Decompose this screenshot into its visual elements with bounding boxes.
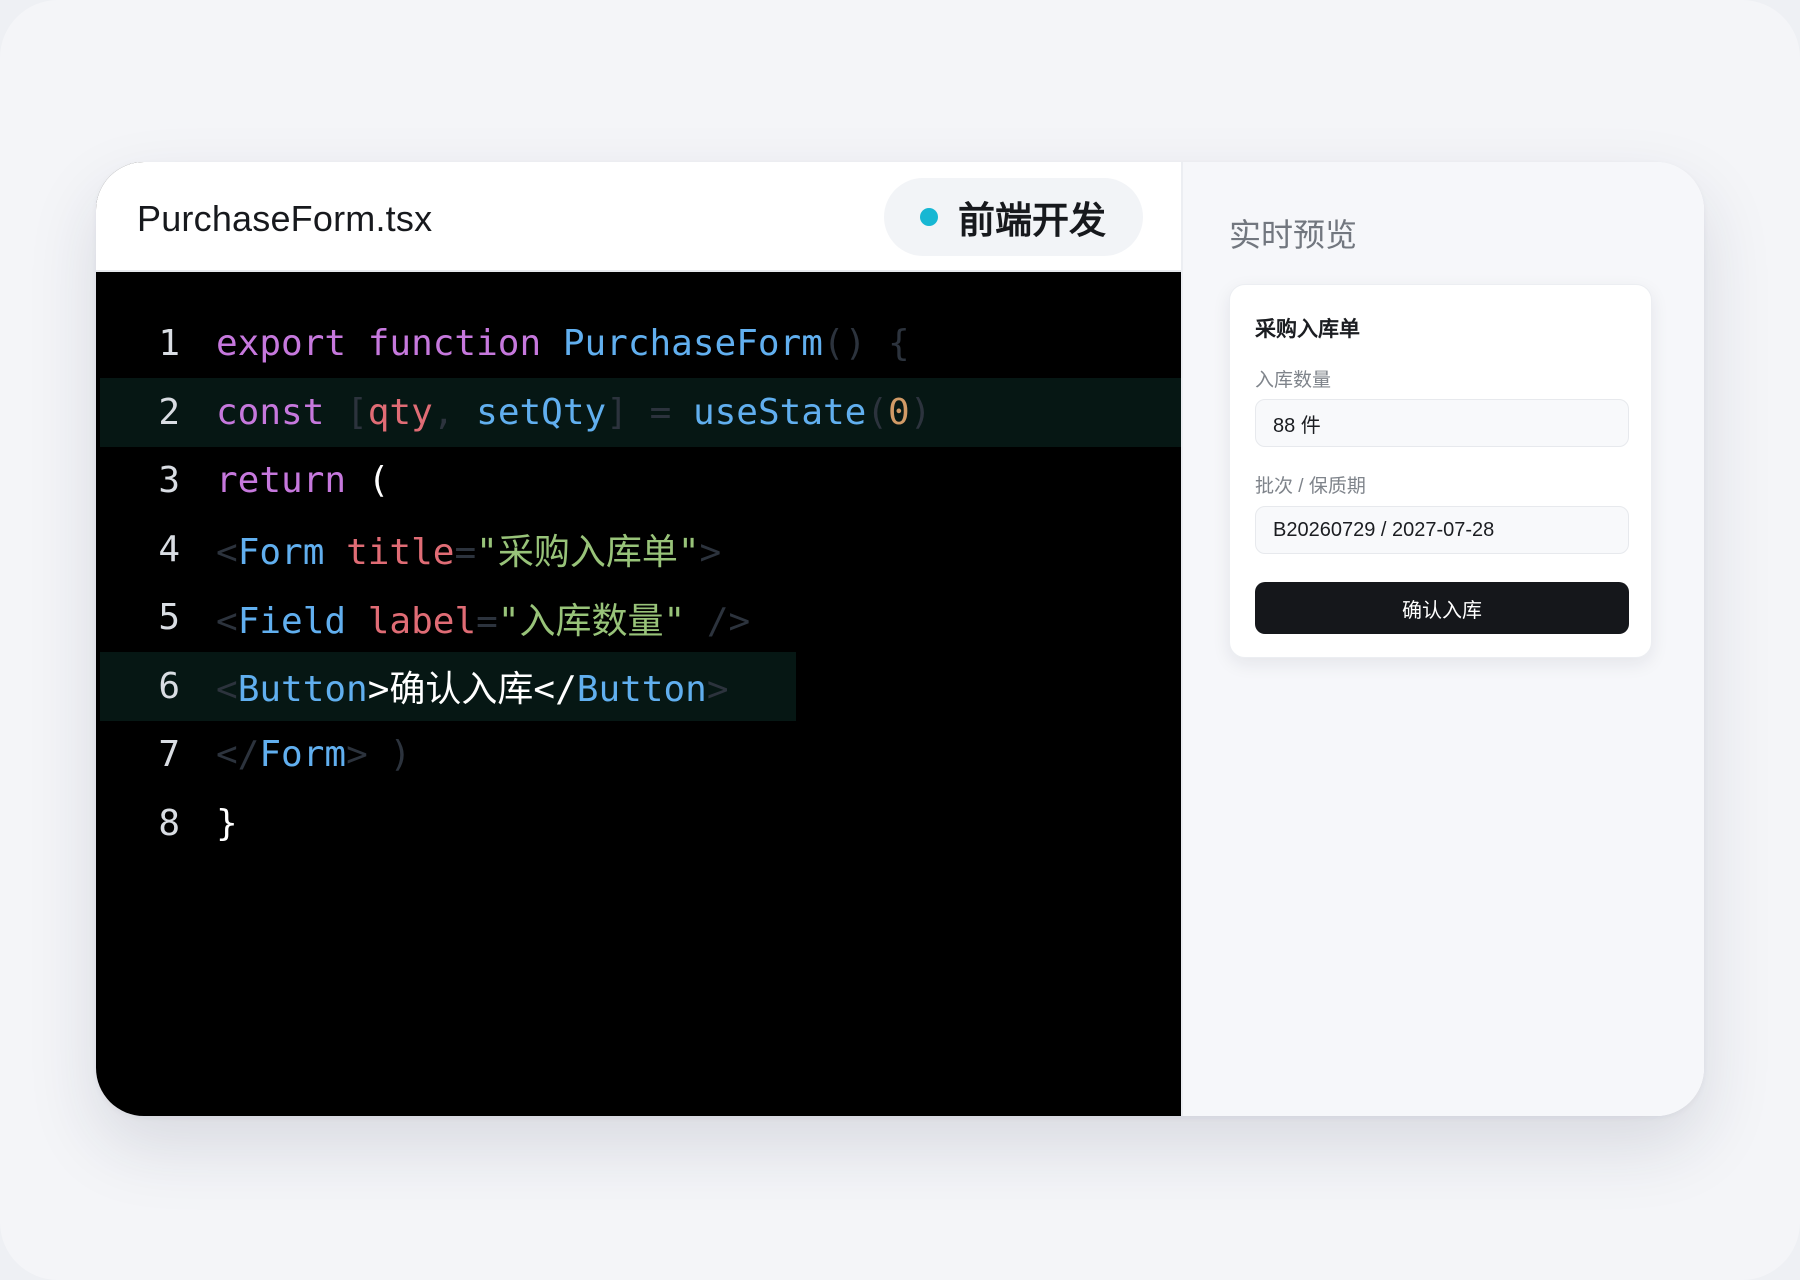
code-token: Field — [237, 600, 347, 642]
role-badge-label: 前端开发 — [958, 200, 1106, 241]
code-token: = — [454, 532, 477, 573]
code-token: useState — [692, 391, 867, 433]
code-token: Form — [259, 734, 347, 775]
code-token: { — [887, 323, 910, 364]
editor-header: PurchaseForm.tsx 前端开发 — [96, 162, 1181, 272]
code-token: } — [216, 802, 238, 844]
code-text: <Button>确认入库</Button> — [216, 660, 729, 712]
code-token: 0 — [888, 391, 910, 433]
code-token: , — [432, 391, 455, 433]
batch-field[interactable]: B20260729 / 2027-07-28 — [1255, 506, 1629, 554]
code-token: function — [367, 323, 542, 364]
confirm-button[interactable]: 确认入库 — [1255, 582, 1629, 634]
code-token: ] — [606, 391, 628, 433]
code-token: export — [216, 323, 347, 364]
code-line[interactable]: 7 </Form> ) — [100, 720, 1181, 789]
status-dot-icon — [920, 208, 938, 226]
code-token: () — [822, 323, 867, 364]
line-number: 8 — [158, 802, 180, 844]
code-token: "入库数量" — [497, 600, 686, 642]
code-token: = — [649, 391, 672, 433]
line-number: 2 — [158, 391, 180, 433]
code-token: [ — [346, 391, 368, 433]
code-token: const — [216, 391, 325, 433]
line-number: 5 — [158, 597, 180, 638]
code-text: return ( — [216, 460, 389, 501]
code-text: <Field label="入库数量" /> — [216, 592, 750, 644]
code-token: </ — [216, 734, 260, 775]
code-token: < — [216, 532, 238, 573]
code-token: ) — [909, 391, 932, 433]
code-token: ) — [389, 734, 412, 775]
quantity-label: 入库数量 — [1255, 370, 1332, 391]
code-text: } — [216, 803, 238, 844]
code-token: return — [216, 460, 347, 501]
code-token: /> — [706, 600, 751, 642]
line-number: 3 — [158, 460, 180, 501]
code-editor-panel: PurchaseForm.tsx 前端开发 1 export function P… — [96, 162, 1181, 1116]
preview-title: 实时预览 — [1229, 217, 1358, 253]
code-line[interactable]: 8} — [100, 789, 1181, 858]
code-token: = — [476, 600, 498, 642]
code-line[interactable]: 2 const [qty, setQty] = useState(0) — [100, 377, 1181, 447]
code-line[interactable]: 5 <Field label="入库数量" /> — [100, 583, 1181, 652]
code-text: <Form title="采购入库单"> — [216, 523, 721, 575]
code-token: "采购入库单" — [476, 532, 700, 573]
code-line[interactable]: 3 return ( — [100, 446, 1181, 515]
code-area[interactable]: 1 export function PurchaseForm() {2 const … — [96, 274, 1181, 1116]
code-token: > — [706, 669, 729, 710]
code-token: > — [346, 734, 368, 775]
code-token: Button — [237, 669, 368, 710]
line-number: 1 — [158, 323, 180, 364]
code-text: </Form> ) — [216, 734, 411, 775]
code-text: export function PurchaseForm() { — [216, 323, 910, 364]
live-preview-panel: 实时预览 采购入库单 入库数量 88 件 批次 / 保质期 B20260729 … — [1181, 162, 1704, 1116]
code-text: const [qty, setQty] = useState(0) — [216, 392, 931, 433]
app-window: PurchaseForm.tsx 前端开发 1 export function P… — [96, 162, 1704, 1116]
code-line[interactable]: 4 <Form title="采购入库单"> — [100, 515, 1181, 584]
line-number: 7 — [158, 734, 180, 775]
code-token: >确认入库</ — [367, 669, 577, 710]
code-token: PurchaseForm — [562, 323, 823, 364]
background: PurchaseForm.tsx 前端开发 1 export function P… — [0, 0, 1800, 1280]
code-line[interactable]: 1 export function PurchaseForm() { — [100, 309, 1181, 378]
code-token: label — [367, 600, 477, 642]
code-line[interactable]: 6 <Button>确认入库</Button> — [100, 651, 796, 721]
form-preview-card: 采购入库单 入库数量 88 件 批次 / 保质期 B20260729 / 202… — [1229, 284, 1652, 658]
code-token: Button — [576, 669, 707, 710]
line-number: 4 — [158, 528, 180, 570]
code-token: < — [216, 669, 238, 710]
code-token: title — [346, 532, 455, 573]
file-name: PurchaseForm.tsx — [137, 198, 433, 239]
code-token: > — [699, 532, 722, 573]
form-title: 采购入库单 — [1255, 318, 1360, 341]
role-badge: 前端开发 — [884, 178, 1143, 256]
code-token: ( — [866, 391, 889, 433]
line-number: 6 — [158, 665, 180, 707]
batch-label: 批次 / 保质期 — [1255, 476, 1366, 497]
code-token: ( — [346, 460, 390, 501]
code-token: Form — [237, 532, 325, 573]
code-token: qty — [367, 391, 433, 433]
quantity-field[interactable]: 88 件 — [1255, 399, 1629, 447]
code-token: < — [216, 600, 238, 642]
code-token: setQty — [476, 391, 607, 433]
